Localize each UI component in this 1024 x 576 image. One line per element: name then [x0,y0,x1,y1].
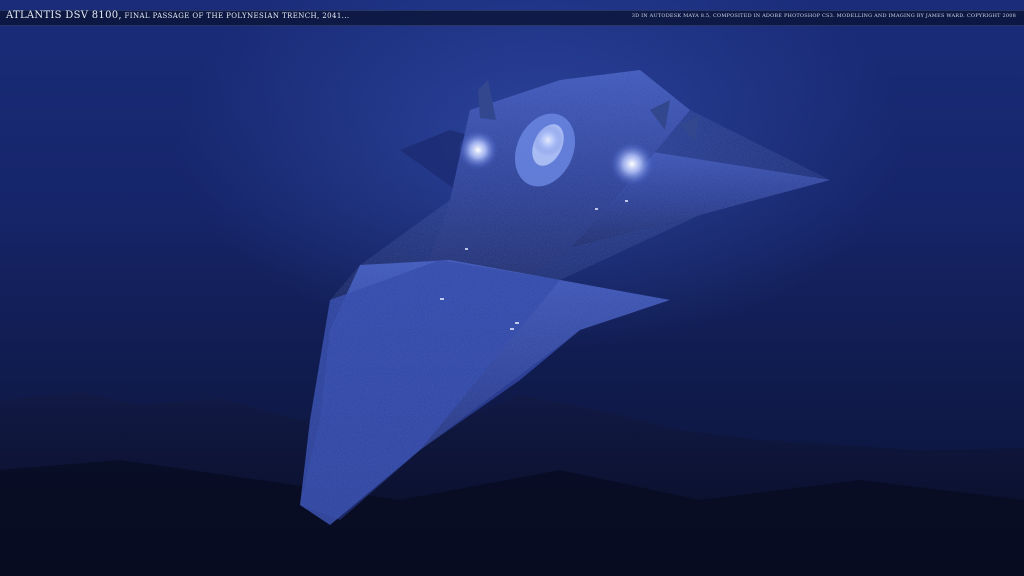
title-main: ATLANTIS DSV 8100, [6,10,122,21]
image-title: ATLANTIS DSV 8100, final passage of the … [6,10,350,21]
dorsal-fin [478,80,496,120]
hull-light [532,124,564,156]
image-credits: 3D in Autodesk Maya 8.5, composited in A… [631,13,1016,19]
underwater-scene: ATLANTIS DSV 8100, final passage of the … [0,0,1024,576]
title-subtitle: final passage of the polynesian trench, … [121,12,350,20]
submarine-illustration [0,70,1024,576]
hull-light [458,130,498,170]
hull-light [610,142,654,186]
